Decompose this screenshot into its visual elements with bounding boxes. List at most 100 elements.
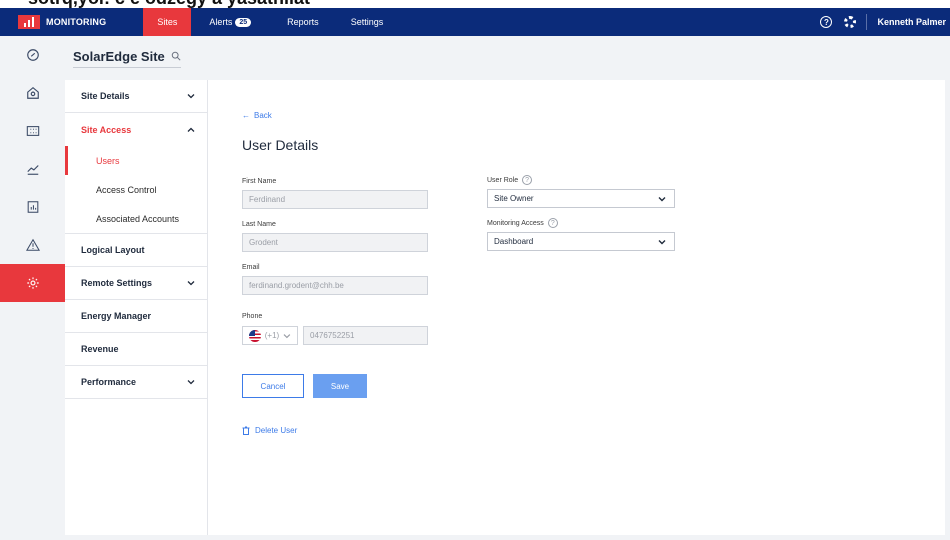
last-name-field[interactable]: Grodent <box>242 233 428 252</box>
subnav-performance-label: Performance <box>81 377 137 387</box>
brand-title: MONITORING <box>46 17 107 27</box>
tab-alerts-label: Alerts <box>209 17 233 27</box>
help-icon[interactable]: ? <box>820 16 833 28</box>
settings-subnav: Site Details Site Access Users Access Co… <box>65 80 208 535</box>
first-name-label: First Name <box>242 178 276 185</box>
subnav-associated-accounts[interactable]: Associated Accounts <box>65 204 207 234</box>
monitoring-access-select[interactable]: Dashboard <box>487 232 675 251</box>
gauge-icon <box>26 49 39 61</box>
subnav-energy-manager[interactable]: Energy Manager <box>65 300 207 333</box>
chevron-up-icon <box>187 127 195 132</box>
user-role-value: Site Owner <box>494 194 534 203</box>
subnav-performance[interactable]: Performance <box>65 366 207 399</box>
email-label: Email <box>242 264 260 271</box>
subnav-access-control-label: Access Control <box>96 184 157 195</box>
chart-line-icon <box>26 165 39 175</box>
last-name-label-text: Last Name <box>242 221 276 228</box>
subnav-logical-layout-label: Logical Layout <box>81 245 145 255</box>
subnav-associated-accounts-label: Associated Accounts <box>96 213 180 224</box>
monitoring-access-label: Monitoring Access ? <box>487 218 558 228</box>
help-glyph: ? <box>824 17 829 27</box>
phone-code-value: (+1) <box>264 331 280 340</box>
rail-layout[interactable] <box>0 112 65 150</box>
help-icon[interactable]: ? <box>547 218 558 228</box>
monitoring-access-label-text: Monitoring Access <box>487 219 544 227</box>
phone-field[interactable]: 0476752251 <box>303 326 428 345</box>
trash-icon <box>242 426 250 435</box>
subnav-remote-settings-label: Remote Settings <box>81 278 153 288</box>
user-menu[interactable]: Kenneth Palmer <box>877 17 946 27</box>
house-icon <box>26 87 39 99</box>
user-role-select[interactable]: Site Owner <box>487 189 675 208</box>
search-icon <box>171 51 181 61</box>
subnav-revenue[interactable]: Revenue <box>65 333 207 366</box>
save-button[interactable]: Save <box>313 374 367 398</box>
nav-right: ? Kenneth Palmer <box>820 8 950 36</box>
subnav-site-details-label: Site Details <box>81 91 130 101</box>
site-title-text: SolarEdge Site <box>73 48 165 64</box>
tab-alerts[interactable]: Alerts 25 <box>195 8 265 36</box>
rail-alerts[interactable] <box>0 226 65 264</box>
caption-fragment: sotľq,yoi: c e odzegy a yasatnilat <box>28 0 310 8</box>
chevron-down-icon <box>187 380 195 385</box>
last-name-label: Last Name <box>242 221 276 228</box>
subnav-site-access-label: Site Access <box>81 124 132 135</box>
caption-strip: sotľq,yoi: c e odzegy a yasatnilat <box>0 0 950 8</box>
alerts-count-badge: 25 <box>235 17 252 27</box>
grid-icon <box>26 126 39 136</box>
tab-sites-label: Sites <box>157 17 178 27</box>
user-role-label-text: User Role <box>487 176 519 184</box>
phone-country-select[interactable]: (+1) <box>242 326 298 345</box>
subnav-site-details[interactable]: Site Details <box>65 80 207 113</box>
site-header: SolarEdge Site <box>65 36 950 80</box>
subnav-users-label: Users <box>96 155 120 166</box>
support-icon[interactable] <box>844 16 857 28</box>
monitoring-access-value: Dashboard <box>494 237 534 246</box>
tab-reports-label: Reports <box>287 17 319 27</box>
first-name-label-text: First Name <box>242 178 277 185</box>
delete-user-label: Delete User <box>255 426 298 435</box>
warning-icon <box>25 238 40 251</box>
rail-charts[interactable] <box>0 150 65 188</box>
gear-icon <box>26 277 39 289</box>
email-field[interactable]: ferdinand.grodent@chh.be <box>242 276 428 295</box>
subnav-users[interactable]: Users <box>65 146 207 175</box>
tab-sites[interactable]: Sites <box>143 8 192 36</box>
content-panel: Site Details Site Access Users Access Co… <box>65 80 945 535</box>
back-link[interactable]: ← Back <box>242 111 272 120</box>
chevron-down-icon <box>658 196 666 201</box>
help-icon[interactable]: ? <box>522 175 533 185</box>
us-flag-icon <box>249 329 261 342</box>
user-role-label: User Role ? <box>487 175 533 185</box>
subnav-logical-layout[interactable]: Logical Layout <box>65 234 207 267</box>
report-icon <box>27 201 38 213</box>
arrow-left-icon: ← <box>242 111 250 120</box>
rail-dashboard[interactable] <box>0 36 65 74</box>
icon-rail <box>0 36 65 540</box>
page-title: User Details <box>242 137 319 153</box>
chevron-down-icon <box>283 333 291 338</box>
chevron-down-icon <box>187 281 195 286</box>
delete-user-link[interactable]: Delete User <box>242 426 297 435</box>
subnav-energy-manager-label: Energy Manager <box>81 311 152 321</box>
tab-settings[interactable]: Settings <box>337 8 398 36</box>
site-selector[interactable]: SolarEdge Site <box>73 49 181 68</box>
chevron-down-icon <box>658 239 666 244</box>
phone-label: Phone <box>242 313 262 320</box>
rail-admin[interactable] <box>0 264 65 302</box>
tab-settings-label: Settings <box>350 17 384 27</box>
chevron-down-icon <box>187 94 195 99</box>
rail-reports[interactable] <box>0 188 65 226</box>
subnav-site-access[interactable]: Site Access <box>65 113 207 146</box>
subnav-remote-settings[interactable]: Remote Settings <box>65 267 207 300</box>
nav-divider <box>866 14 868 30</box>
top-nav: MONITORING Sites Alerts 25 Reports Setti… <box>0 8 950 36</box>
subnav-revenue-label: Revenue <box>81 344 119 354</box>
rail-site[interactable] <box>0 74 65 112</box>
back-label: Back <box>254 111 272 120</box>
tab-reports[interactable]: Reports <box>273 8 333 36</box>
logo-icon[interactable] <box>18 15 40 29</box>
subnav-access-control[interactable]: Access Control <box>65 175 207 204</box>
cancel-button[interactable]: Cancel <box>242 374 304 398</box>
first-name-field[interactable]: Ferdinand <box>242 190 428 209</box>
